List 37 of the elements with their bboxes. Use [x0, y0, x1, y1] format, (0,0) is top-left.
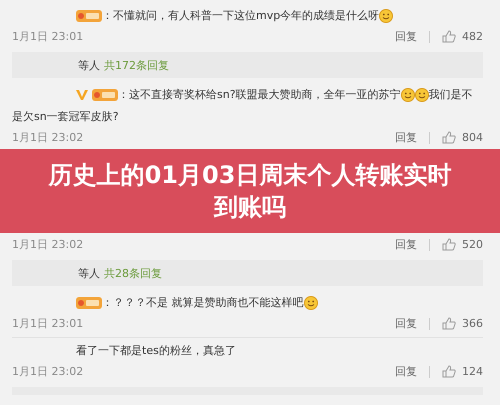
replies-link[interactable]: 共172条回复	[104, 58, 169, 72]
reply-link[interactable]: 回复	[395, 29, 417, 44]
like-button[interactable]: 804	[442, 131, 483, 144]
replies-prefix: 等人	[78, 58, 100, 72]
fan-badge-icon	[76, 296, 102, 309]
comment-time: 1月1日 23:02	[12, 130, 84, 145]
like-button[interactable]: 366	[442, 317, 483, 330]
fan-badge-icon	[92, 88, 118, 101]
thumbs-up-icon	[442, 30, 456, 43]
emoji-icon	[400, 88, 415, 102]
emoji-icon	[414, 88, 429, 102]
thumbs-up-icon	[442, 365, 456, 378]
replies-link[interactable]: 共28条回复	[104, 266, 162, 280]
reply-link[interactable]: 回复	[395, 316, 417, 331]
comment-text: 看了一下都是tes的粉丝，真急了	[75, 343, 237, 359]
fan-badge-icon	[76, 10, 102, 22]
reply-link[interactable]: 回复	[395, 130, 417, 145]
emoji-icon	[379, 8, 394, 23]
like-button[interactable]: 124	[442, 365, 483, 378]
comment-time: 1月1日 23:02	[12, 237, 84, 252]
emoji-icon	[304, 296, 318, 310]
like-button[interactable]: 482	[442, 30, 483, 43]
comment-time: 1月1日 23:01	[12, 29, 84, 44]
thumbs-up-icon	[442, 131, 456, 144]
comment-text: ：？？？不是 就算是赞助商也不能这样吧	[12, 292, 483, 314]
comment-text: ：这不直接寄奖杯给sn?联盟最大赞助商，全年一亚的苏宁 我们是不是欠sn一套冠军皮肤?	[12, 86, 474, 125]
thumbs-up-icon	[442, 238, 456, 251]
reply-link[interactable]: 回复	[395, 237, 417, 252]
replies-prefix: 等人	[78, 266, 100, 280]
comment-text: ：不懂就问，有人科普一下这位mvp今年的成绩是什么呀	[12, 5, 483, 27]
verified-icon	[76, 88, 88, 101]
comment-time: 1月1日 23:01	[12, 316, 84, 331]
like-button[interactable]: 520	[442, 238, 483, 251]
thumbs-up-icon	[442, 317, 456, 330]
comment-time: 1月1日 23:02	[12, 364, 84, 379]
banner-title: 历史上的01月03日周末个人转账实时到账吗	[47, 160, 452, 223]
reply-link[interactable]: 回复	[395, 364, 417, 379]
